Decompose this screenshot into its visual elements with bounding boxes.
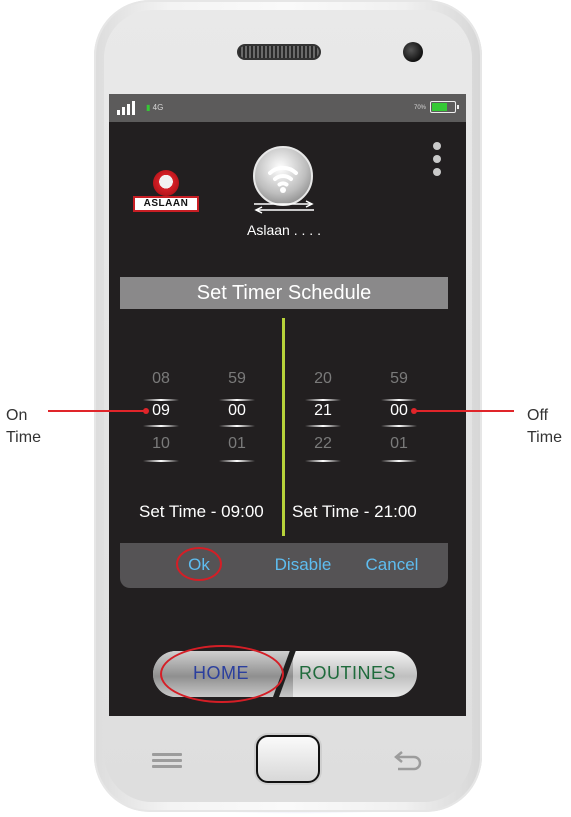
on-callout-line (48, 410, 146, 412)
tab-routines[interactable]: ROUTINES (299, 663, 396, 684)
off-time-callout: Off Time (527, 407, 562, 446)
more-vert-icon[interactable] (431, 142, 443, 178)
on-minute-next[interactable]: 01 (215, 435, 259, 453)
lion-icon (153, 170, 179, 196)
home-key[interactable] (256, 735, 320, 783)
off-set-time-label: Set Time - 21:00 (292, 502, 417, 521)
on-callout-dot (143, 408, 149, 414)
on-set-time-label: Set Time - 09:00 (139, 502, 264, 521)
picker-line (305, 399, 341, 401)
picker-line (143, 399, 179, 401)
battery-percent: 70% (414, 105, 427, 111)
battery-icon (430, 101, 459, 113)
off-callout-dot (411, 408, 417, 414)
transfer-arrows-icon (254, 200, 314, 214)
picker-line (305, 460, 341, 462)
disable-button[interactable]: Disable (266, 555, 340, 575)
off-callout-line (416, 410, 514, 412)
timer-title: Set Timer Schedule (120, 277, 448, 309)
on-time-callout: On Time (6, 407, 41, 446)
picker-line (143, 460, 179, 462)
off-hour-next[interactable]: 22 (301, 435, 345, 453)
battery-fill (432, 103, 447, 111)
wifi-icon[interactable] (253, 146, 313, 206)
picker-line (219, 425, 255, 427)
picker-line (381, 399, 417, 401)
off-hour-picker[interactable]: 21 (301, 402, 345, 420)
back-key-icon[interactable] (392, 744, 426, 774)
cancel-button[interactable]: Cancel (358, 555, 426, 575)
highlight-ellipse (160, 645, 284, 703)
device-name: Aslaan . . . . (247, 222, 321, 238)
front-camera (403, 42, 423, 62)
off-minute-prev[interactable]: 59 (377, 370, 421, 388)
on-hour-prev[interactable]: 08 (139, 370, 183, 388)
picker-line (219, 399, 255, 401)
picker-line (143, 425, 179, 427)
earpiece-speaker (237, 44, 321, 60)
network-type: ▮ 4G (146, 103, 164, 112)
signal-icon (117, 101, 135, 115)
brand-name: ASLAAN (133, 196, 199, 212)
picker-line (381, 425, 417, 427)
on-off-divider (282, 318, 285, 536)
on-minute-picker[interactable]: 00 (215, 402, 259, 420)
picker-line (219, 460, 255, 462)
on-minute-prev[interactable]: 59 (215, 370, 259, 388)
on-hour-next[interactable]: 10 (139, 435, 183, 453)
menu-key-icon[interactable] (149, 750, 185, 770)
highlight-ellipse (176, 547, 222, 581)
off-minute-next[interactable]: 01 (377, 435, 421, 453)
off-hour-prev[interactable]: 20 (301, 370, 345, 388)
picker-line (305, 425, 341, 427)
picker-line (381, 460, 417, 462)
brand-logo: ASLAAN (133, 170, 199, 214)
